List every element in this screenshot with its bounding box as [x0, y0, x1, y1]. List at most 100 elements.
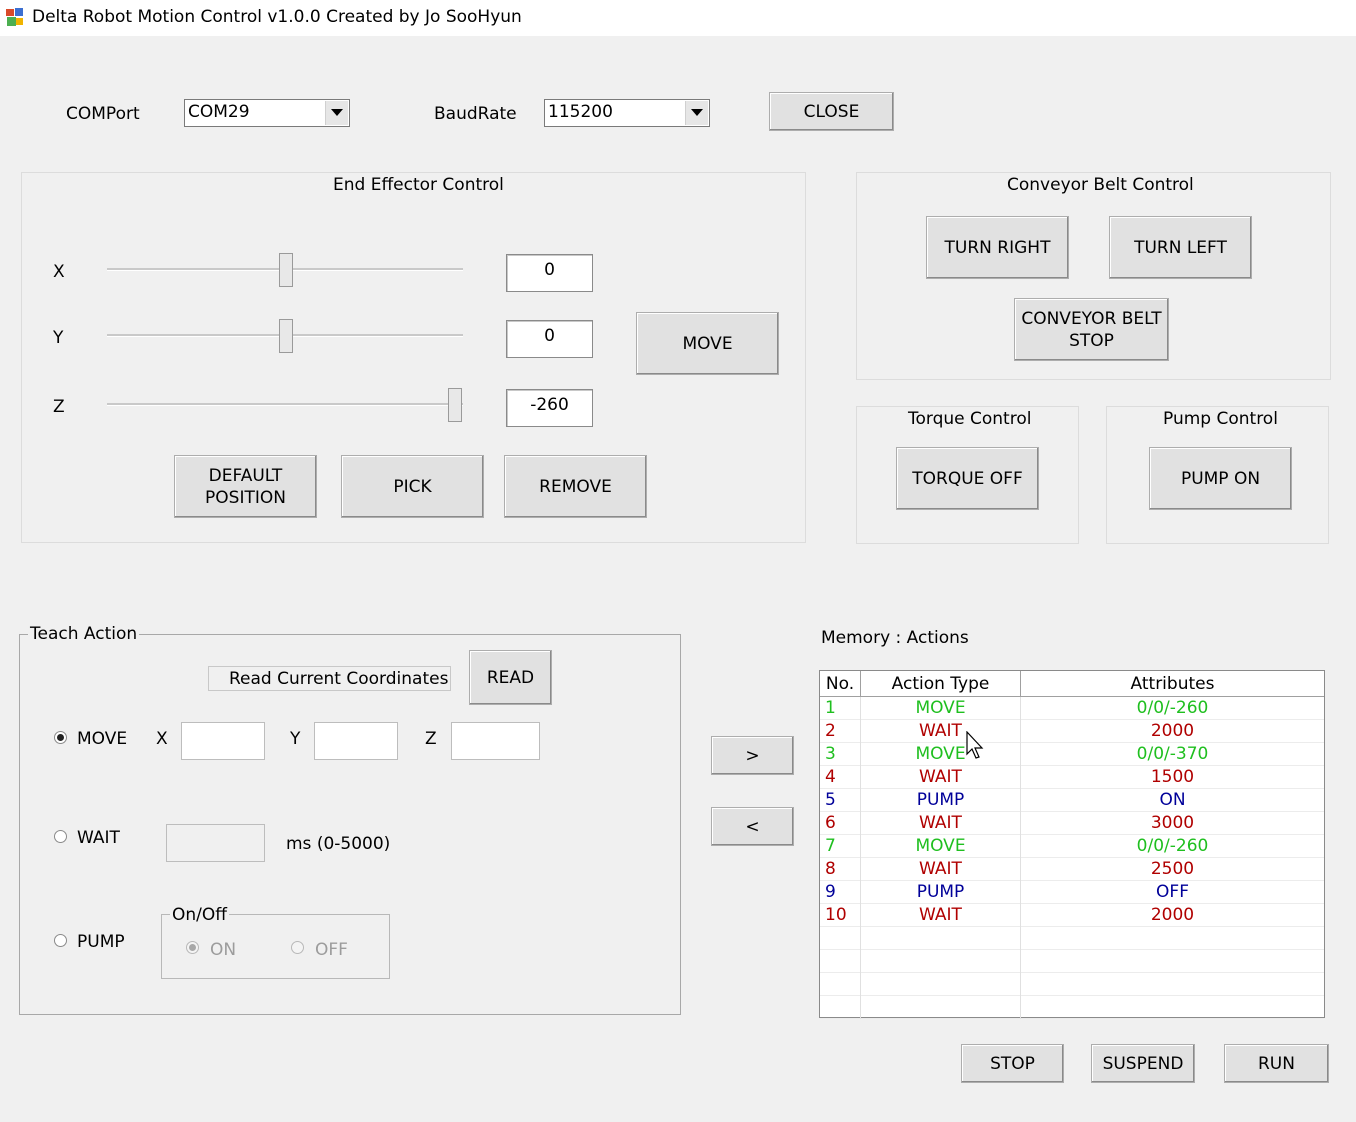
row-number-cell: 4 [820, 766, 861, 789]
row-number-cell: 8 [820, 858, 861, 881]
attributes-cell: 0/0/-370 [1136, 744, 1209, 764]
default-position-button[interactable]: DEFAULT POSITION [174, 455, 317, 518]
attributes-cell: 3000 [1150, 813, 1195, 833]
column-header-attributes[interactable]: Attributes [1021, 671, 1324, 697]
grid-body: 1 MOVE 0/0/-260 2 WAIT 2000 3 MOVE 0/0/-370 4 WAIT… [820, 697, 1324, 1019]
table-row[interactable]: 6 WAIT 3000 [820, 812, 1324, 835]
attributes-cell: ON [1159, 790, 1186, 810]
z-slider-label: Z [53, 397, 65, 417]
pump-radio[interactable] [54, 934, 67, 947]
y-slider-thumb[interactable] [279, 319, 293, 353]
baudrate-label: BaudRate [434, 104, 517, 124]
row-number-cell [820, 996, 861, 1019]
attributes-cell [1021, 996, 1324, 1019]
teach-x-label: X [156, 729, 168, 749]
action-type-cell: MOVE [861, 835, 1021, 858]
wait-ms-input[interactable] [166, 824, 265, 862]
teach-x-input[interactable] [181, 722, 265, 760]
pump-off-radio[interactable] [291, 941, 304, 954]
attributes-cell: OFF [1156, 882, 1189, 902]
chevron-down-icon[interactable] [325, 101, 348, 125]
pump-radio-label: PUMP [77, 932, 125, 952]
teach-z-label: Z [425, 729, 437, 749]
y-value-field[interactable]: 0 [506, 320, 593, 358]
move-button[interactable]: MOVE [636, 312, 779, 375]
table-row[interactable] [820, 950, 1324, 973]
attributes-cell [1021, 927, 1324, 950]
column-header-action-type[interactable]: Action Type [861, 671, 1021, 697]
memory-actions-grid[interactable]: No. Action Type Attributes 1 MOVE 0/0/-260… [819, 670, 1325, 1019]
attributes-cell: 2000 [1150, 721, 1195, 741]
table-row[interactable]: 4 WAIT 1500 [820, 766, 1324, 789]
action-type-cell [861, 996, 1021, 1019]
teach-y-label: Y [290, 729, 301, 749]
stop-button[interactable]: STOP [961, 1044, 1064, 1083]
pump-off-radio-label: OFF [315, 940, 348, 960]
z-slider-track[interactable] [107, 403, 463, 406]
row-number-cell [820, 927, 861, 950]
read-button[interactable]: READ [469, 650, 552, 705]
wait-radio[interactable] [54, 830, 67, 843]
memory-title: Memory : Actions [821, 628, 969, 648]
turn-right-button[interactable]: TURN RIGHT [926, 216, 1069, 279]
action-type-cell [861, 950, 1021, 973]
row-number-cell: 5 [820, 789, 861, 812]
row-number-cell: 7 [820, 835, 861, 858]
table-row[interactable]: 8 WAIT 2500 [820, 858, 1324, 881]
z-value-field[interactable]: -260 [506, 389, 593, 427]
table-row[interactable] [820, 973, 1324, 996]
row-number-cell: 2 [820, 720, 861, 743]
table-row[interactable]: 7 MOVE 0/0/-260 [820, 835, 1324, 858]
z-slider-thumb[interactable] [448, 388, 462, 422]
remove-button[interactable]: REMOVE [504, 455, 647, 518]
pump-on-button[interactable]: PUMP ON [1149, 447, 1292, 510]
wait-ms-label: ms (0-5000) [286, 834, 391, 854]
row-number-cell: 3 [820, 743, 861, 766]
baudrate-select[interactable]: 115200 [544, 99, 710, 127]
column-header-no[interactable]: No. [820, 671, 861, 697]
close-button[interactable]: CLOSE [769, 92, 894, 131]
table-row[interactable]: 3 MOVE 0/0/-370 [820, 743, 1324, 766]
onoff-title: On/Off [170, 905, 229, 925]
move-radio[interactable] [54, 731, 67, 744]
attributes-cell [1021, 973, 1324, 996]
attributes-cell: 2500 [1150, 859, 1195, 879]
comport-select[interactable]: COM29 [184, 99, 350, 127]
action-type-cell: WAIT [861, 766, 1021, 789]
conveyor-stop-button[interactable]: CONVEYOR BELT STOP [1014, 298, 1169, 361]
teach-z-input[interactable] [451, 722, 540, 760]
run-button[interactable]: RUN [1224, 1044, 1329, 1083]
conveyor-title: Conveyor Belt Control [1007, 175, 1194, 195]
pick-button[interactable]: PICK [341, 455, 484, 518]
table-row[interactable]: 9 PUMP OFF [820, 881, 1324, 904]
add-action-button[interactable]: > [711, 736, 794, 775]
window-title: Delta Robot Motion Control v1.0.0 Create… [32, 7, 522, 27]
table-row[interactable]: 10 WAIT 2000 [820, 904, 1324, 927]
table-row[interactable] [820, 927, 1324, 950]
remove-action-button[interactable]: < [711, 807, 794, 846]
x-slider-thumb[interactable] [279, 253, 293, 287]
app-icon [4, 6, 26, 28]
torque-off-button[interactable]: TORQUE OFF [896, 447, 1039, 510]
turn-left-button[interactable]: TURN LEFT [1109, 216, 1252, 279]
pump-title: Pump Control [1163, 409, 1278, 429]
pump-on-radio[interactable] [186, 941, 199, 954]
table-row[interactable]: 1 MOVE 0/0/-260 [820, 697, 1324, 720]
action-type-cell: WAIT [861, 812, 1021, 835]
table-row[interactable] [820, 996, 1324, 1019]
action-type-cell [861, 927, 1021, 950]
end-effector-title: End Effector Control [333, 175, 504, 195]
teach-y-input[interactable] [314, 722, 398, 760]
suspend-button[interactable]: SUSPEND [1091, 1044, 1195, 1083]
attributes-cell: 0/0/-260 [1136, 836, 1209, 856]
action-type-cell: PUMP [861, 881, 1021, 904]
row-number-cell: 9 [820, 881, 861, 904]
row-number-cell: 1 [820, 697, 861, 720]
table-row[interactable]: 5 PUMP ON [820, 789, 1324, 812]
table-row[interactable]: 2 WAIT 2000 [820, 720, 1324, 743]
chevron-down-icon[interactable] [685, 101, 708, 125]
attributes-cell: 2000 [1150, 905, 1195, 925]
y-slider-label: Y [53, 328, 64, 348]
attributes-cell: 0/0/-260 [1136, 698, 1209, 718]
x-value-field[interactable]: 0 [506, 254, 593, 292]
